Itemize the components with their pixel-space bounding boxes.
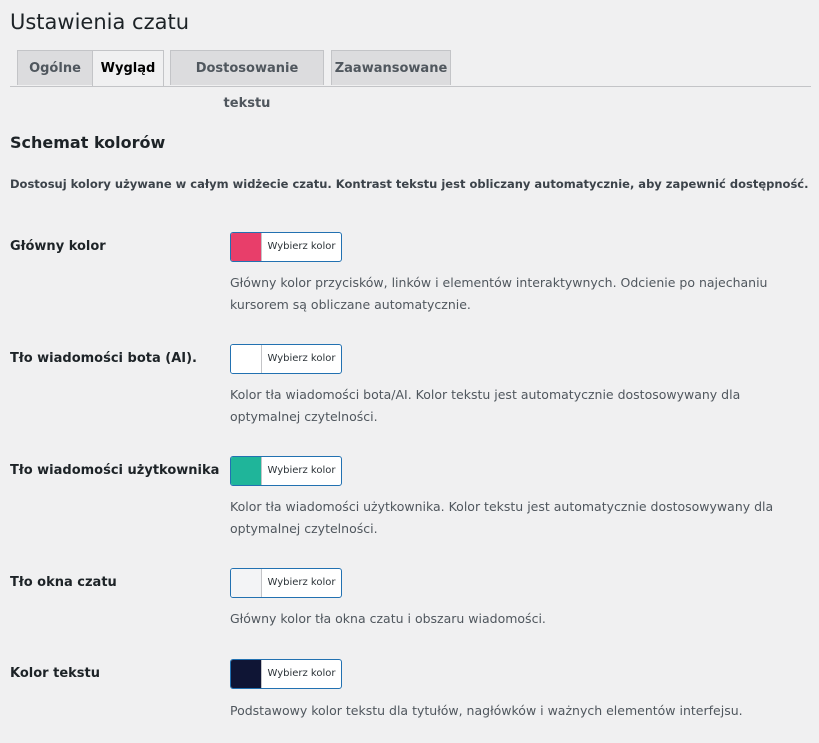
choose-color-label: Wybierz kolor <box>267 353 336 364</box>
color-swatch <box>231 457 262 485</box>
choose-color-label: Wybierz kolor <box>267 241 336 252</box>
section-description: Dostosuj kolory używane w całym widżecie… <box>10 177 809 191</box>
color-swatch <box>231 233 262 261</box>
color-swatch <box>231 660 262 688</box>
tab-general[interactable]: Ogólne <box>17 50 93 85</box>
choose-color-label: Wybierz kolor <box>267 668 336 679</box>
user-message-bg-picker[interactable]: Wybierz kolor <box>230 456 342 486</box>
chat-window-bg-picker[interactable]: Wybierz kolor <box>230 568 342 598</box>
section-title: Schemat kolorów <box>10 133 166 152</box>
primary-color-picker[interactable]: Wybierz kolor <box>230 232 342 262</box>
field-description: Kolor tła wiadomości bota/AI. Kolor teks… <box>230 387 741 424</box>
tab-appearance[interactable]: Wygląd <box>92 50 164 86</box>
field-description: Główny kolor przycisków, linków i elemen… <box>230 275 768 312</box>
text-color-picker[interactable]: Wybierz kolor <box>230 659 342 689</box>
page-title: Ustawienia czatu <box>10 10 190 34</box>
choose-color-label: Wybierz kolor <box>267 465 336 476</box>
field-label-chat-window-bg: Tło okna czatu <box>10 575 117 590</box>
bot-message-bg-picker[interactable]: Wybierz kolor <box>230 344 342 374</box>
choose-color-label: Wybierz kolor <box>267 577 336 588</box>
color-swatch <box>231 345 262 373</box>
field-description: Kolor tła wiadomości użytkownika. Kolor … <box>230 499 774 536</box>
tab-advanced[interactable]: Zaawansowane <box>331 50 451 85</box>
field-label-text-color: Kolor tekstu <box>10 666 100 681</box>
field-label-user-message-bg: Tło wiadomości użytkownika <box>10 463 220 478</box>
tab-text-customization[interactable]: Dostosowanie tekstu <box>170 50 324 111</box>
field-description: Podstawowy kolor tekstu dla tytułów, nag… <box>230 703 743 718</box>
color-swatch <box>231 569 262 597</box>
field-label-bot-message-bg: Tło wiadomości bota (AI). <box>10 351 197 366</box>
tab-bar: Ogólne Wygląd Dostosowanie tekstu Zaawan… <box>10 50 811 111</box>
field-description: Główny kolor tła okna czatu i obszaru wi… <box>230 611 546 626</box>
field-label-primary-color: Główny kolor <box>10 239 106 254</box>
